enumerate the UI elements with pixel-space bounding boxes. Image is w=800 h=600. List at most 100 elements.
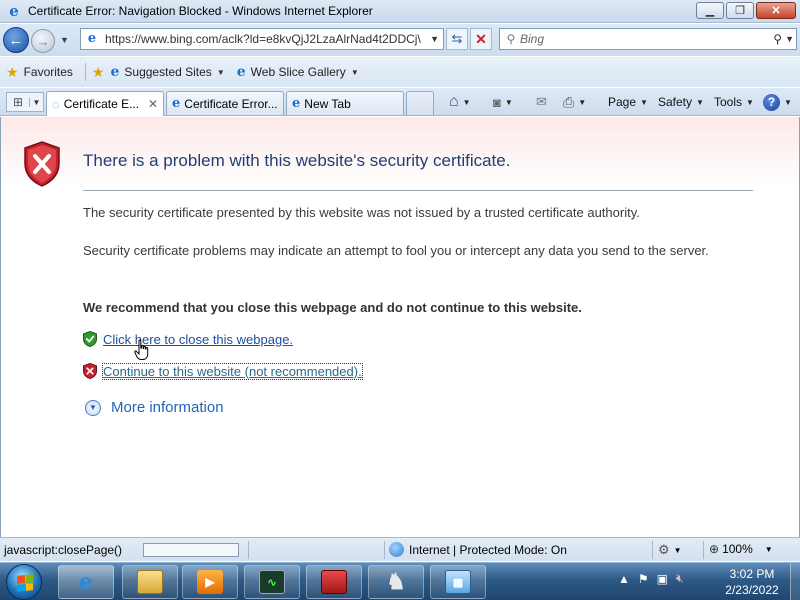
tab-certificate-error[interactable]: e Certificate Error... [166,91,284,115]
page-load-progress [143,543,239,557]
favorites-button[interactable]: ★ Favorites [6,64,73,81]
continue-to-website-link[interactable]: Continue to this website (not recommende… [102,362,363,380]
taskbar-internet-explorer[interactable]: e [58,565,114,599]
page-menu[interactable]: Page ▼ [608,92,648,112]
status-divider [703,541,704,559]
help-menu[interactable]: ? ▼ [763,92,792,112]
taskbar-media-player[interactable]: ▶ [182,565,238,599]
favorites-star-icon: ★ [6,63,19,80]
suggested-sites-label: Suggested Sites [124,65,212,79]
add-to-favorites-bar-icon[interactable]: ★ [92,64,105,81]
favorites-label: Favorites [23,65,73,79]
toolbox-icon [321,570,347,594]
safety-menu[interactable]: Safety ▼ [658,92,704,112]
clock-time: 3:02 PM [729,567,775,581]
tools-menu-label: Tools [714,95,743,109]
control-panel-icon: ▦ [445,570,471,594]
refresh-button[interactable]: ⇆ [446,28,468,50]
more-information-toggle[interactable]: ▼ More information [85,399,224,416]
home-button[interactable]: ⌂ ▼ [449,92,471,112]
action-center-flag-icon[interactable]: ⚑ [638,572,649,586]
feeds-button[interactable]: ◙ ▼ [493,92,513,112]
search-options-dropdown[interactable]: ▼ [785,34,794,44]
taskbar-windows-explorer[interactable] [122,565,178,599]
safety-menu-label: Safety [658,95,693,109]
page-menu-label: Page [608,95,637,109]
taskbar-control-panel[interactable]: ▦ [430,565,486,599]
monitor-graph-icon: ∿ [259,570,285,594]
url-text[interactable]: https://www.bing.com/aclk?ld=e8kvQjJ2Lza… [105,32,425,46]
loading-icon: ◌ [52,96,60,112]
tools-menu[interactable]: Tools ▼ [714,92,754,112]
chevron-down-icon[interactable]: ▼ [505,98,513,107]
taskbar-chess[interactable]: ♞ [368,565,424,599]
ie-page-icon: e [172,96,181,111]
chevron-down-icon: ▼ [764,544,773,554]
system-clock[interactable]: 3:02 PM 2/23/2022 [716,566,788,598]
chevron-down-icon: ▼ [696,97,704,107]
chevron-down-icon[interactable]: ▼ [578,98,586,107]
close-webpage-link[interactable]: Click here to close this webpage. [103,332,293,347]
hand-pointer-cursor-icon [134,339,149,360]
close-tab-icon[interactable]: ✕ [148,97,158,111]
ie-page-icon: e [236,64,246,80]
chevron-down-icon: ▼ [640,97,648,107]
media-player-icon: ▶ [197,570,223,594]
certificate-message: The security certificate presented by th… [83,205,640,220]
start-button[interactable] [6,564,42,600]
favorites-bar: ★ Favorites ★ e Suggested Sites ▼ e Web … [0,57,800,87]
home-icon: ⌂ [449,93,459,110]
tab-new-tab[interactable]: e New Tab [286,91,404,115]
window-controls: ▁ ❐ ✕ [694,2,796,19]
tab-list-dropdown[interactable]: ▼ [29,97,43,107]
page-favicon-icon: e [87,31,97,46]
more-information-label: More information [111,399,224,416]
internet-explorer-icon: e [79,569,93,595]
recent-pages-dropdown[interactable]: ▼ [60,35,69,45]
ie-logo-icon: e [9,2,19,20]
web-slice-gallery-label: Web Slice Gallery [250,65,346,79]
search-input[interactable] [520,32,760,46]
forward-arrow-icon: → [36,33,50,49]
rss-feed-icon: ◙ [493,94,501,110]
quick-tabs-grid-icon: ⊞ [12,95,24,109]
internet-globe-icon [389,542,404,557]
security-zone[interactable]: Internet | Protected Mode: On [389,542,567,557]
forward-button[interactable]: → [31,29,55,53]
search-provider-icon: ⚲ [506,32,516,46]
maximize-button[interactable]: ❐ [726,2,754,19]
tab-certificate-error-active[interactable]: ◌ Certificate E... ✕ [46,91,164,116]
taskbar-task-manager[interactable]: ∿ [244,565,300,599]
address-dropdown-icon[interactable]: ▼ [430,34,439,44]
address-field[interactable]: e https://www.bing.com/aclk?ld=e8kvQjJ2L… [80,28,444,50]
close-page-action: Click here to close this webpage. [83,331,293,347]
suggested-sites-link[interactable]: e Suggested Sites ▼ [110,64,224,80]
volume-muted-icon[interactable]: 🔇︎ [676,571,684,586]
search-icon[interactable]: ⚲ [773,32,782,46]
print-button[interactable]: ⎙ ▼ [563,92,586,112]
title-bar: e Certificate Error: Navigation Blocked … [0,0,800,23]
network-icon[interactable]: ▣ [657,572,668,586]
quick-tabs-button[interactable]: ⊞ ▼ [6,92,44,112]
back-arrow-icon: ← [8,31,24,49]
divider [83,190,753,191]
show-desktop-button[interactable] [790,563,800,600]
expand-chevron-icon: ▼ [85,399,101,416]
stop-icon: ✕ [475,30,487,47]
new-tab-button[interactable] [406,91,434,115]
back-button[interactable]: ← [3,27,29,53]
zoom-control[interactable]: ⊕ 100% ▼ [709,542,773,556]
read-mail-button[interactable]: ✉ [536,92,547,112]
protected-mode-button[interactable]: ⚙ ▼ [658,542,682,558]
printer-icon: ⎙ [563,93,575,110]
minimize-button[interactable]: ▁ [696,2,724,19]
web-slice-gallery-link[interactable]: e Web Slice Gallery ▼ [237,64,359,80]
chevron-down-icon[interactable]: ▼ [463,98,471,107]
taskbar-toolbox[interactable] [306,565,362,599]
tab-label: New Tab [304,96,351,111]
show-hidden-icons-icon[interactable]: ▲ [618,572,630,586]
close-window-button[interactable]: ✕ [756,2,796,19]
stop-button[interactable]: ✕ [470,28,492,50]
error-shield-icon [24,141,60,187]
search-box[interactable]: ⚲ ⚲ ▼ [499,28,797,50]
